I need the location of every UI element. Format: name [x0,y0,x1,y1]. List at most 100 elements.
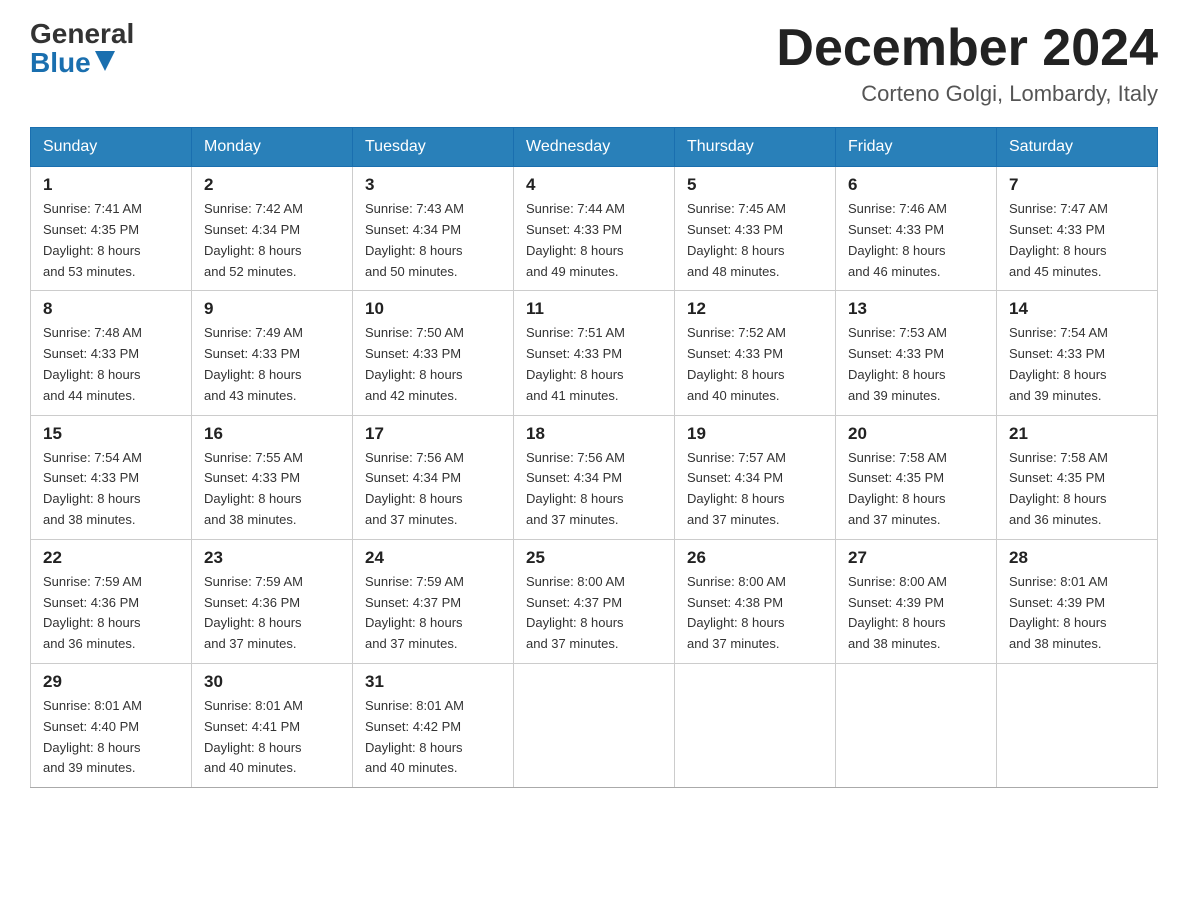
calendar-week-row: 1 Sunrise: 7:41 AM Sunset: 4:35 PM Dayli… [31,167,1158,291]
day-number: 15 [43,424,179,444]
day-info: Sunrise: 8:01 AM Sunset: 4:42 PM Dayligh… [365,696,501,779]
month-year-title: December 2024 [776,20,1158,77]
calendar-cell: 22 Sunrise: 7:59 AM Sunset: 4:36 PM Dayl… [31,539,192,663]
weekday-header-saturday: Saturday [997,128,1158,167]
day-info: Sunrise: 7:44 AM Sunset: 4:33 PM Dayligh… [526,199,662,282]
calendar-cell: 14 Sunrise: 7:54 AM Sunset: 4:33 PM Dayl… [997,291,1158,415]
calendar-cell: 7 Sunrise: 7:47 AM Sunset: 4:33 PM Dayli… [997,167,1158,291]
weekday-header-sunday: Sunday [31,128,192,167]
logo-blue-text: Blue [30,48,115,78]
day-number: 12 [687,299,823,319]
day-number: 11 [526,299,662,319]
calendar-week-row: 29 Sunrise: 8:01 AM Sunset: 4:40 PM Dayl… [31,663,1158,787]
calendar-cell: 5 Sunrise: 7:45 AM Sunset: 4:33 PM Dayli… [675,167,836,291]
day-info: Sunrise: 7:49 AM Sunset: 4:33 PM Dayligh… [204,323,340,406]
day-number: 29 [43,672,179,692]
day-number: 2 [204,175,340,195]
weekday-header-thursday: Thursday [675,128,836,167]
calendar-cell [675,663,836,787]
calendar-cell: 30 Sunrise: 8:01 AM Sunset: 4:41 PM Dayl… [192,663,353,787]
day-number: 3 [365,175,501,195]
calendar-cell: 12 Sunrise: 7:52 AM Sunset: 4:33 PM Dayl… [675,291,836,415]
day-number: 20 [848,424,984,444]
day-info: Sunrise: 8:00 AM Sunset: 4:38 PM Dayligh… [687,572,823,655]
calendar-cell: 9 Sunrise: 7:49 AM Sunset: 4:33 PM Dayli… [192,291,353,415]
calendar-cell: 10 Sunrise: 7:50 AM Sunset: 4:33 PM Dayl… [353,291,514,415]
day-number: 9 [204,299,340,319]
calendar-week-row: 15 Sunrise: 7:54 AM Sunset: 4:33 PM Dayl… [31,415,1158,539]
calendar-cell [836,663,997,787]
day-info: Sunrise: 7:59 AM Sunset: 4:36 PM Dayligh… [204,572,340,655]
page-header: General Blue December 2024 Corteno Golgi… [30,20,1158,107]
calendar-cell: 8 Sunrise: 7:48 AM Sunset: 4:33 PM Dayli… [31,291,192,415]
calendar-cell: 24 Sunrise: 7:59 AM Sunset: 4:37 PM Dayl… [353,539,514,663]
day-info: Sunrise: 8:01 AM Sunset: 4:39 PM Dayligh… [1009,572,1145,655]
calendar-cell: 17 Sunrise: 7:56 AM Sunset: 4:34 PM Dayl… [353,415,514,539]
calendar-cell: 11 Sunrise: 7:51 AM Sunset: 4:33 PM Dayl… [514,291,675,415]
day-number: 31 [365,672,501,692]
weekday-header-tuesday: Tuesday [353,128,514,167]
day-number: 21 [1009,424,1145,444]
day-info: Sunrise: 7:57 AM Sunset: 4:34 PM Dayligh… [687,448,823,531]
location-subtitle: Corteno Golgi, Lombardy, Italy [776,81,1158,107]
logo-arrow-icon [95,51,115,71]
calendar-cell: 18 Sunrise: 7:56 AM Sunset: 4:34 PM Dayl… [514,415,675,539]
day-info: Sunrise: 8:00 AM Sunset: 4:37 PM Dayligh… [526,572,662,655]
calendar-week-row: 8 Sunrise: 7:48 AM Sunset: 4:33 PM Dayli… [31,291,1158,415]
day-number: 25 [526,548,662,568]
calendar-cell [997,663,1158,787]
day-info: Sunrise: 7:48 AM Sunset: 4:33 PM Dayligh… [43,323,179,406]
calendar-cell: 1 Sunrise: 7:41 AM Sunset: 4:35 PM Dayli… [31,167,192,291]
calendar-week-row: 22 Sunrise: 7:59 AM Sunset: 4:36 PM Dayl… [31,539,1158,663]
day-number: 7 [1009,175,1145,195]
day-number: 22 [43,548,179,568]
day-number: 27 [848,548,984,568]
calendar-cell: 23 Sunrise: 7:59 AM Sunset: 4:36 PM Dayl… [192,539,353,663]
day-number: 19 [687,424,823,444]
day-info: Sunrise: 7:55 AM Sunset: 4:33 PM Dayligh… [204,448,340,531]
weekday-header-monday: Monday [192,128,353,167]
calendar-cell: 20 Sunrise: 7:58 AM Sunset: 4:35 PM Dayl… [836,415,997,539]
day-number: 8 [43,299,179,319]
day-info: Sunrise: 7:58 AM Sunset: 4:35 PM Dayligh… [848,448,984,531]
calendar-cell: 19 Sunrise: 7:57 AM Sunset: 4:34 PM Dayl… [675,415,836,539]
weekday-header-row: SundayMondayTuesdayWednesdayThursdayFrid… [31,128,1158,167]
calendar-cell: 26 Sunrise: 8:00 AM Sunset: 4:38 PM Dayl… [675,539,836,663]
day-info: Sunrise: 7:54 AM Sunset: 4:33 PM Dayligh… [43,448,179,531]
calendar-cell: 25 Sunrise: 8:00 AM Sunset: 4:37 PM Dayl… [514,539,675,663]
day-number: 16 [204,424,340,444]
calendar-cell: 6 Sunrise: 7:46 AM Sunset: 4:33 PM Dayli… [836,167,997,291]
calendar-cell: 13 Sunrise: 7:53 AM Sunset: 4:33 PM Dayl… [836,291,997,415]
day-number: 1 [43,175,179,195]
weekday-header-wednesday: Wednesday [514,128,675,167]
day-number: 10 [365,299,501,319]
title-section: December 2024 Corteno Golgi, Lombardy, I… [776,20,1158,107]
day-number: 6 [848,175,984,195]
day-info: Sunrise: 7:56 AM Sunset: 4:34 PM Dayligh… [526,448,662,531]
day-number: 28 [1009,548,1145,568]
day-number: 23 [204,548,340,568]
day-info: Sunrise: 7:50 AM Sunset: 4:33 PM Dayligh… [365,323,501,406]
calendar-cell: 21 Sunrise: 7:58 AM Sunset: 4:35 PM Dayl… [997,415,1158,539]
day-number: 4 [526,175,662,195]
calendar-cell: 27 Sunrise: 8:00 AM Sunset: 4:39 PM Dayl… [836,539,997,663]
calendar-cell: 31 Sunrise: 8:01 AM Sunset: 4:42 PM Dayl… [353,663,514,787]
weekday-header-friday: Friday [836,128,997,167]
day-info: Sunrise: 7:58 AM Sunset: 4:35 PM Dayligh… [1009,448,1145,531]
day-info: Sunrise: 7:46 AM Sunset: 4:33 PM Dayligh… [848,199,984,282]
day-info: Sunrise: 7:51 AM Sunset: 4:33 PM Dayligh… [526,323,662,406]
day-info: Sunrise: 7:54 AM Sunset: 4:33 PM Dayligh… [1009,323,1145,406]
day-number: 13 [848,299,984,319]
calendar-cell: 16 Sunrise: 7:55 AM Sunset: 4:33 PM Dayl… [192,415,353,539]
logo: General Blue [30,20,134,78]
calendar-cell: 2 Sunrise: 7:42 AM Sunset: 4:34 PM Dayli… [192,167,353,291]
day-info: Sunrise: 8:00 AM Sunset: 4:39 PM Dayligh… [848,572,984,655]
calendar-table: SundayMondayTuesdayWednesdayThursdayFrid… [30,127,1158,788]
day-info: Sunrise: 7:42 AM Sunset: 4:34 PM Dayligh… [204,199,340,282]
day-info: Sunrise: 7:45 AM Sunset: 4:33 PM Dayligh… [687,199,823,282]
day-info: Sunrise: 7:47 AM Sunset: 4:33 PM Dayligh… [1009,199,1145,282]
calendar-cell: 29 Sunrise: 8:01 AM Sunset: 4:40 PM Dayl… [31,663,192,787]
day-number: 26 [687,548,823,568]
calendar-cell: 4 Sunrise: 7:44 AM Sunset: 4:33 PM Dayli… [514,167,675,291]
day-number: 24 [365,548,501,568]
